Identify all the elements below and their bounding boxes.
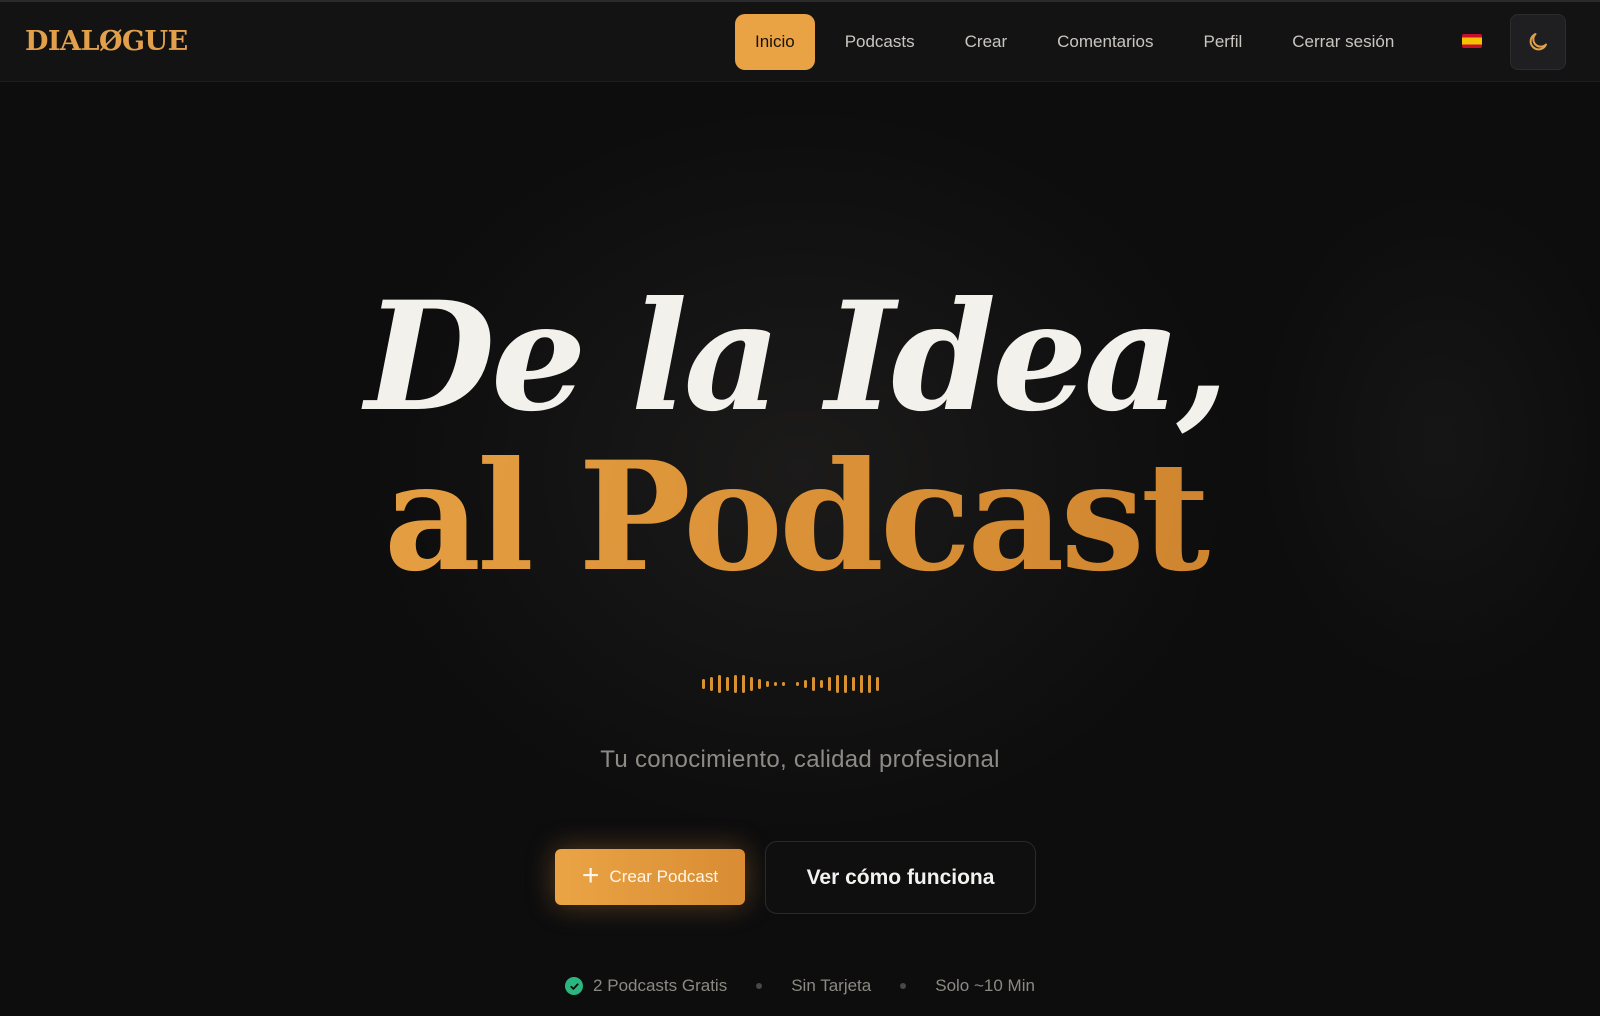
- feature-label: Sin Tarjeta: [791, 976, 872, 995]
- theme-toggle-button[interactable]: [1510, 14, 1566, 70]
- feature-list: 2 Podcasts Gratis Sin Tarjeta Solo ~10 M…: [0, 976, 1600, 996]
- hero-subtitle: Tu conocimiento, calidad profesional: [600, 746, 1000, 773]
- audio-waveform-icon: [702, 675, 879, 693]
- nav-link-cerrar-sesion[interactable]: Cerrar sesión: [1272, 14, 1414, 70]
- feature-no-card: Sin Tarjeta: [791, 976, 871, 996]
- nav-link-perfil[interactable]: Perfil: [1184, 14, 1263, 70]
- separator-dot: [756, 983, 763, 989]
- hero-title-line2: al Podcast: [0, 442, 1600, 592]
- separator-dot: [900, 983, 907, 989]
- top-navbar: DIALØGUE Inicio Podcasts Crear Comentari…: [0, 0, 1600, 82]
- landing-page: DIALØGUE Inicio Podcasts Crear Comentari…: [0, 0, 1600, 1016]
- moon-icon: [1529, 33, 1547, 51]
- nav-link-inicio[interactable]: Inicio: [735, 14, 815, 70]
- nav-link-podcasts[interactable]: Podcasts: [825, 14, 935, 70]
- nav-link-comentarios[interactable]: Comentarios: [1037, 14, 1173, 70]
- check-circle-icon: [565, 977, 584, 995]
- brand-logo[interactable]: DIALØGUE: [25, 24, 188, 60]
- how-it-works-button[interactable]: Ver cómo funciona: [765, 841, 1036, 914]
- plus-icon: +: [581, 858, 600, 892]
- hero-title-line1: De la Idea,: [364, 269, 1229, 445]
- spain-flag-icon[interactable]: [1462, 34, 1482, 48]
- create-podcast-label: Crear Podcast: [609, 867, 719, 886]
- nav-link-crear[interactable]: Crear: [945, 14, 1028, 70]
- feature-label: 2 Podcasts Gratis: [593, 976, 728, 995]
- feature-ten-min: Solo ~10 Min: [935, 976, 1035, 996]
- feature-label: Solo ~10 Min: [935, 976, 1035, 995]
- feature-free-podcasts: 2 Podcasts Gratis: [565, 976, 727, 996]
- create-podcast-button[interactable]: + Crear Podcast: [555, 849, 745, 905]
- main-nav: Inicio Podcasts Crear Comentarios Perfil…: [735, 14, 1424, 70]
